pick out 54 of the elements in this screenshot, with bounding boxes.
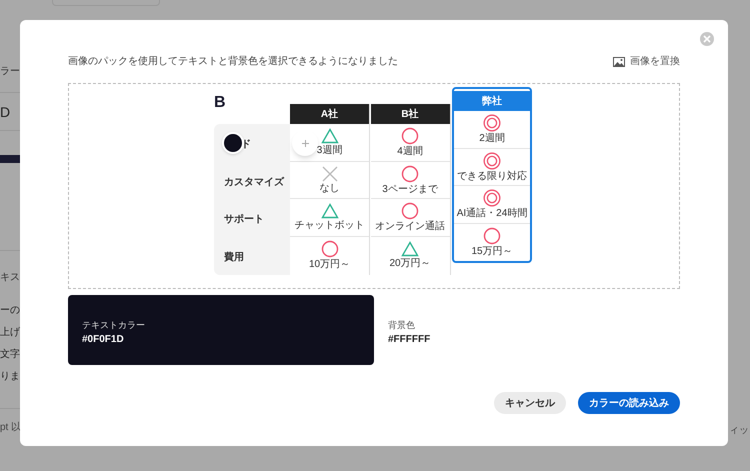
- background-text: 文字: [0, 348, 20, 362]
- circle-mark-icon: [320, 240, 338, 258]
- cell-text: オンライン通話: [375, 221, 445, 232]
- color-bar: [0, 155, 20, 163]
- double-circle-mark-icon: [483, 189, 501, 208]
- circle-mark-icon: [401, 202, 419, 220]
- cell-text: 15万円～: [471, 246, 513, 258]
- image-icon: [613, 56, 625, 66]
- swatch-label: テキストカラー: [82, 318, 146, 332]
- cell-text: 3週間: [316, 145, 342, 156]
- load-colors-button[interactable]: カラーの読み込み: [578, 392, 680, 414]
- cell-text: なし: [320, 182, 340, 194]
- row-label: サポート: [224, 213, 264, 227]
- background-text: キス: [0, 271, 20, 285]
- background-text: りま: [0, 370, 20, 384]
- background-text: pt 以: [0, 420, 22, 435]
- close-icon[interactable]: [700, 32, 714, 46]
- triangle-mark-icon: [401, 241, 419, 258]
- circle-mark-icon: [401, 127, 419, 146]
- background-text: D: [0, 103, 10, 122]
- column-header: B社: [370, 104, 450, 124]
- background-text: ラー: [0, 65, 20, 79]
- background-text: 上げ: [0, 326, 20, 340]
- swatch-value: #0F0F1D: [82, 333, 125, 348]
- cancel-button[interactable]: キャンセル: [494, 392, 566, 414]
- swatch-value: #FFFFFF: [388, 333, 432, 348]
- table-heading: B: [214, 93, 226, 113]
- cross-mark-icon: [322, 166, 338, 182]
- row-label: カスタマイズ: [224, 176, 284, 190]
- row-label: 費用: [224, 250, 244, 264]
- circle-mark-icon: [483, 227, 501, 246]
- cell-text: できる限り対応: [457, 170, 527, 182]
- triangle-mark-icon: [320, 203, 338, 220]
- cell-text: AI通話・24時間: [456, 208, 528, 220]
- column-header: A社: [290, 104, 369, 124]
- triangle-mark-icon: [320, 128, 338, 144]
- background-text: ィッ: [729, 425, 749, 436]
- cell-text: チャットボット: [294, 220, 364, 232]
- swatch-label: 背景色: [388, 318, 416, 332]
- column-header: 弊社: [454, 91, 530, 111]
- replace-image-link[interactable]: 画像を置換: [613, 54, 680, 69]
- cell-text: 2週間: [479, 133, 505, 144]
- double-circle-mark-icon: [483, 114, 501, 132]
- double-circle-mark-icon: [483, 152, 501, 170]
- cell-text: 20万円～: [389, 258, 431, 270]
- description-text: 画像のパックを使用してテキストと背景色を選択できるようになりました: [68, 54, 398, 69]
- circle-mark-icon: [401, 164, 419, 183]
- cell-text: 4週間: [397, 146, 423, 158]
- cell-text: 10万円～: [308, 259, 350, 270]
- add-button[interactable]: [292, 130, 318, 156]
- row-label: ド: [241, 138, 251, 152]
- cell-text: 3ページまで: [382, 184, 438, 195]
- background-text: ーの: [0, 304, 20, 318]
- plus-icon: [302, 140, 308, 146]
